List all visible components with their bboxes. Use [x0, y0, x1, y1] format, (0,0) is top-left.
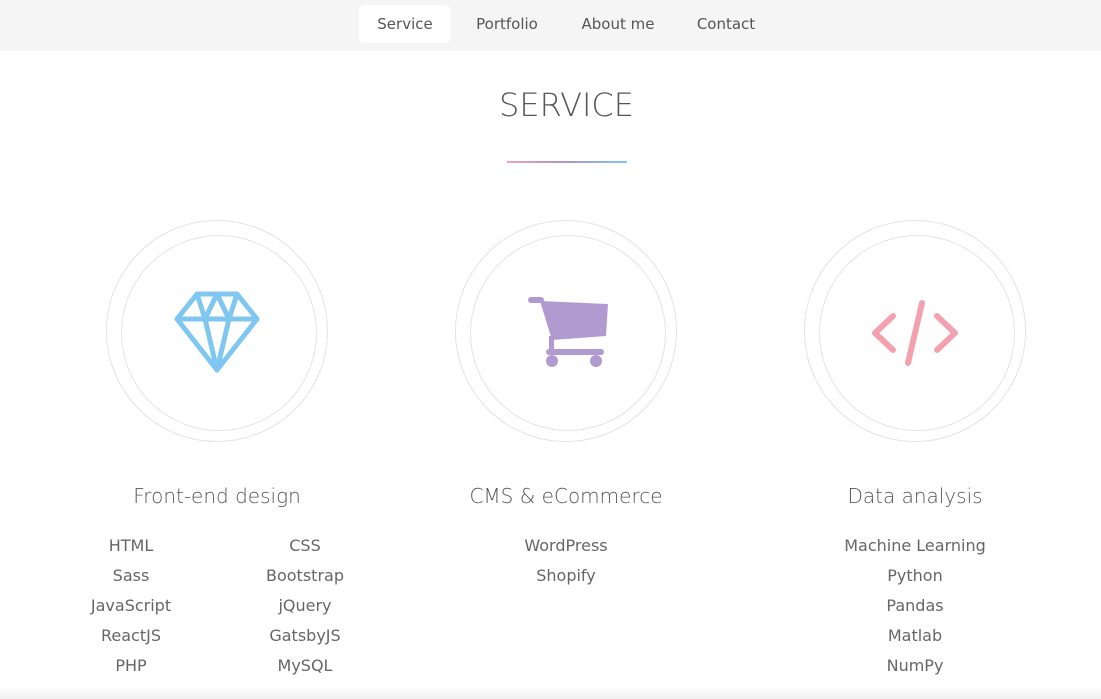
main-nav: Service Portfolio About me Contact: [0, 5, 1101, 43]
skill-item: HTML: [108, 536, 154, 555]
icon-ring: [455, 220, 677, 442]
nav-item-portfolio[interactable]: Portfolio: [463, 5, 551, 43]
skill-item: Python: [887, 566, 943, 585]
skill-item: Shopify: [536, 566, 596, 585]
skill-item: Sass: [112, 566, 150, 585]
shopping-cart-icon: [528, 297, 608, 367]
skill-item: Matlab: [887, 626, 943, 645]
skill-item: jQuery: [278, 596, 332, 615]
skill-item: PHP: [115, 656, 147, 675]
skill-item: CSS: [289, 536, 321, 555]
section-title: SERVICE: [499, 86, 634, 124]
skill-item: JavaScript: [90, 596, 172, 615]
skill-item: GatsbyJS: [269, 626, 341, 645]
diamond-icon: [174, 291, 260, 373]
skill-item: ReactJS: [101, 626, 161, 645]
icon-ring: [804, 220, 1026, 442]
skill-item: NumPy: [886, 656, 944, 675]
skill-item: MySQL: [277, 656, 333, 675]
service-title: Front-end design: [133, 484, 301, 508]
service-title: CMS & eCommerce: [469, 484, 663, 508]
skill-item: Machine Learning: [844, 536, 986, 555]
skill-item: Pandas: [886, 596, 944, 615]
bottom-edge: [0, 686, 1101, 699]
nav-item-service[interactable]: Service: [359, 5, 451, 43]
nav-item-contact[interactable]: Contact: [686, 5, 766, 43]
code-icon: [872, 300, 958, 366]
service-title: Data analysis: [847, 484, 983, 508]
nav-item-about-me[interactable]: About me: [570, 5, 666, 43]
title-divider: [507, 161, 627, 163]
icon-ring: [106, 220, 328, 442]
skill-item: WordPress: [524, 536, 608, 555]
skill-item: Bootstrap: [266, 566, 344, 585]
top-navigation-bar: Service Portfolio About me Contact: [0, 0, 1101, 51]
